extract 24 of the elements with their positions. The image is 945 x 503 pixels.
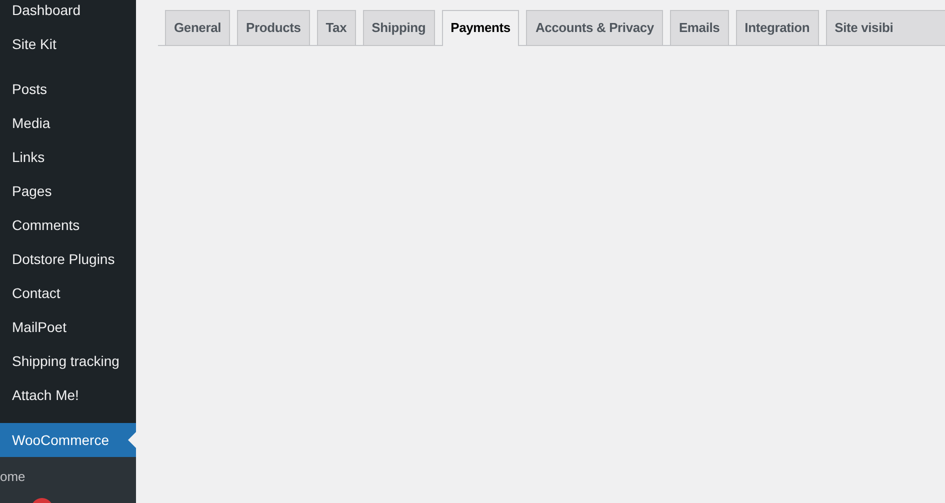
settings-tab[interactable]: Shipping	[362, 10, 435, 45]
menu-item[interactable]: Media	[0, 106, 136, 140]
settings-tab[interactable]: Site visibi	[826, 10, 945, 45]
menu-item[interactable]: Site Kit	[0, 27, 136, 61]
settings-tab[interactable]: Integration	[736, 10, 819, 45]
menu-item[interactable]: WooCommerce	[0, 423, 136, 457]
menu-item[interactable]: Posts	[0, 72, 136, 106]
settings-tab[interactable]: Emails	[670, 10, 729, 45]
submenu-item[interactable]: ome	[0, 457, 136, 487]
menu-item[interactable]: Links	[0, 140, 136, 174]
menu-item[interactable]: MailPoet	[0, 310, 136, 344]
menu-item[interactable]: Dotstore Plugins	[0, 242, 136, 276]
settings-tab[interactable]: Tax	[316, 10, 356, 45]
current-pointer-icon	[128, 432, 136, 448]
settings-tab[interactable]: General	[165, 10, 230, 45]
menu-item[interactable]: Attach Me!	[0, 378, 136, 412]
menu-item[interactable]: Dashboard	[0, 0, 136, 27]
menu-item[interactable]: Pages	[0, 174, 136, 208]
settings-tab[interactable]: Products	[237, 10, 310, 45]
menu-item[interactable]: Contact	[0, 276, 136, 310]
menu-item[interactable]: Comments	[0, 208, 136, 242]
settings-tab[interactable]: Accounts & Privacy	[526, 10, 663, 45]
settings-tab[interactable]: Payments	[442, 10, 520, 46]
menu-item[interactable]: Shipping tracking	[0, 344, 136, 378]
